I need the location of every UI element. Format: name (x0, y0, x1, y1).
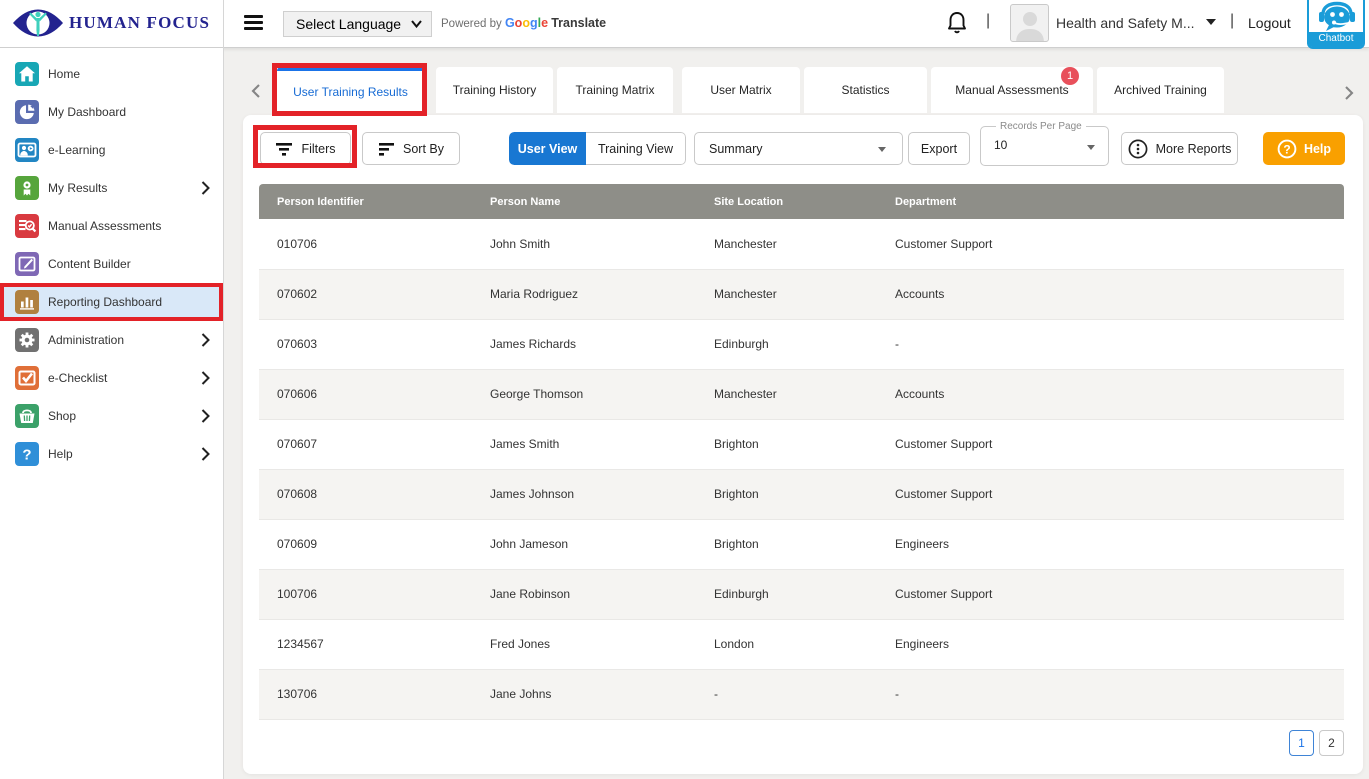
svg-text:?: ? (22, 447, 31, 464)
svg-text:?: ? (1283, 142, 1290, 156)
